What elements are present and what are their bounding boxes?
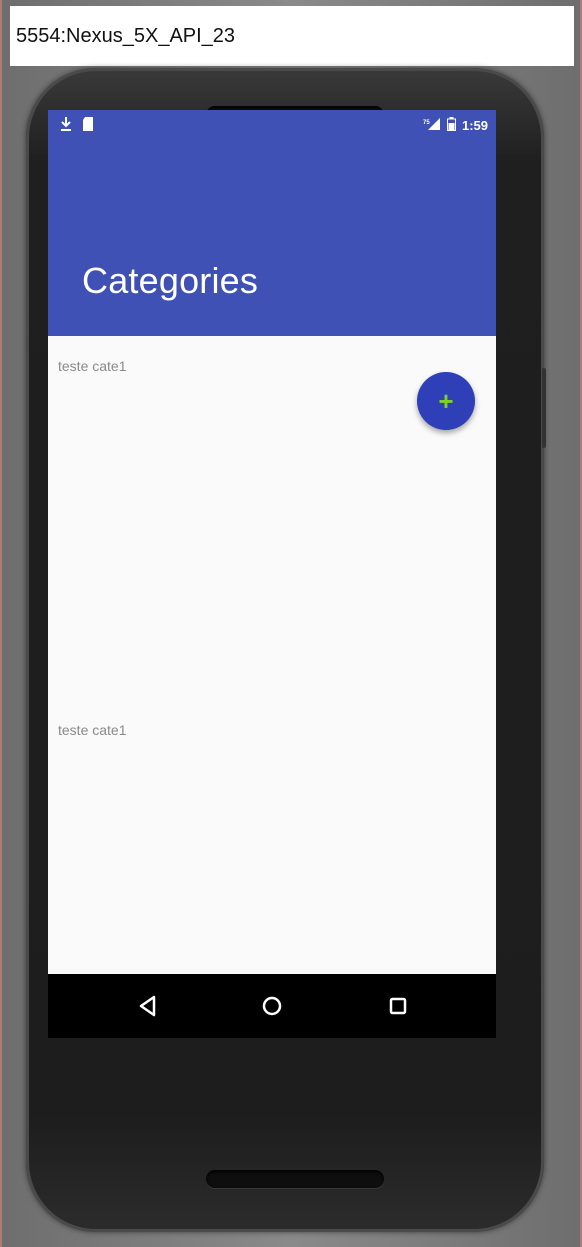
battery-icon <box>446 117 456 134</box>
list-item[interactable]: teste cate1 <box>58 358 127 374</box>
list-item[interactable]: teste cate1 <box>58 722 127 738</box>
app-bar: 75 1:59 Categories <box>48 110 496 336</box>
list-item-label: teste cate1 <box>58 722 127 738</box>
window-title: 5554:Nexus_5X_API_23 <box>16 24 236 47</box>
bottom-speaker <box>206 1170 384 1188</box>
device-screen: 75 1:59 Categories teste cate1 teste cat… <box>48 110 496 1038</box>
sd-card-icon <box>82 116 94 135</box>
back-icon[interactable] <box>134 992 162 1020</box>
svg-text:75: 75 <box>423 120 430 126</box>
navigation-bar <box>48 974 496 1038</box>
recents-icon[interactable] <box>384 992 412 1020</box>
add-category-button[interactable]: + <box>417 372 475 430</box>
clock-time: 1:59 <box>461 118 488 133</box>
emulator-window: 5554:Nexus_5X_API_23 75 1:59 Categories … <box>0 0 582 1247</box>
power-button[interactable] <box>542 368 546 448</box>
download-icon <box>60 116 72 135</box>
status-bar: 75 1:59 <box>48 110 496 142</box>
signal-icon: 75 <box>423 117 441 134</box>
home-icon[interactable] <box>258 992 286 1020</box>
list-item-label: teste cate1 <box>58 358 127 374</box>
window-titlebar: 5554:Nexus_5X_API_23 <box>10 6 574 66</box>
page-title: Categories <box>82 260 259 301</box>
add-icon: + <box>438 385 454 416</box>
